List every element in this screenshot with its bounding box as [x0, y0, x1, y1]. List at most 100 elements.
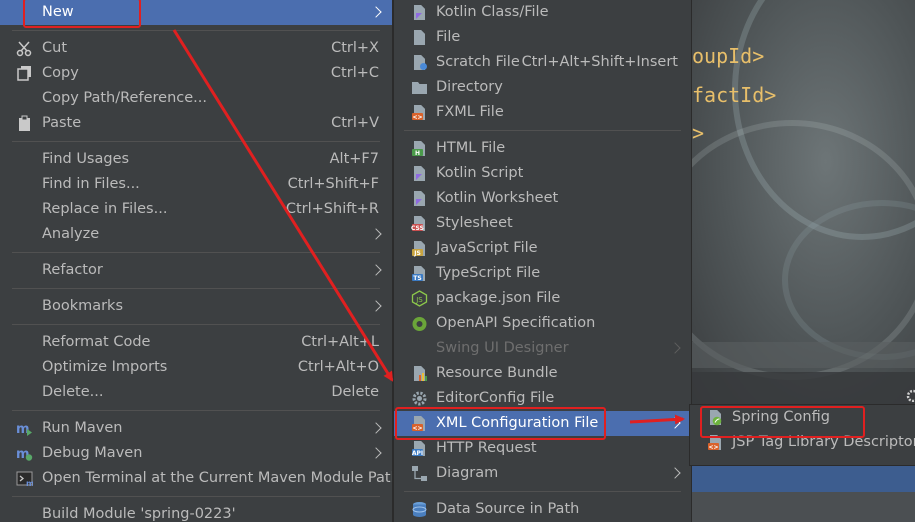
menu-item-paste[interactable]: Paste Ctrl+V — [0, 111, 392, 136]
menu-item-new[interactable]: New — [0, 0, 392, 25]
new-item-html-file[interactable]: H HTML File — [394, 136, 691, 161]
ts-file-icon: TS — [411, 265, 428, 282]
menu-item-replace-in-files[interactable]: Replace in Files... Ctrl+Shift+R — [0, 197, 392, 222]
editor-gutter-band — [692, 372, 915, 404]
editor-line-highlight — [692, 342, 915, 368]
settings-gear-icon[interactable] — [903, 388, 915, 403]
file-icon — [411, 29, 428, 46]
menu-item-run-maven[interactable]: m Run Maven — [0, 416, 392, 441]
menu-separator — [0, 25, 392, 36]
menu-item-label: JSP Tag Library Descriptor — [732, 434, 915, 450]
menu-item-shortcut: Ctrl+Alt+O — [297, 359, 379, 375]
new-item-stylesheet[interactable]: CSS Stylesheet — [394, 211, 691, 236]
new-item-fxml-file[interactable]: <> FXML File — [394, 100, 691, 125]
chevron-right-icon — [370, 228, 382, 240]
menu-item-label: EditorConfig File — [436, 390, 555, 406]
menu-separator — [0, 136, 392, 147]
menu-separator — [0, 283, 392, 294]
menu-item-shortcut: Ctrl+Shift+R — [285, 201, 379, 217]
new-item-kotlin-class-file[interactable]: Kotlin Class/File — [394, 0, 691, 25]
xml-item-jsp-tag-library-descriptor[interactable]: <> JSP Tag Library Descriptor — [690, 430, 915, 455]
menu-item-bookmarks[interactable]: Bookmarks — [0, 294, 392, 319]
new-item-diagram[interactable]: Diagram — [394, 461, 691, 486]
menu-separator — [394, 125, 691, 136]
chevron-right-icon — [370, 447, 382, 459]
new-item-typescript-file[interactable]: TS TypeScript File — [394, 261, 691, 286]
openapi-icon — [411, 315, 428, 332]
menu-item-label: Copy — [42, 65, 79, 81]
menu-item-label: Data Source in Path — [436, 501, 580, 517]
menu-item-shortcut: Delete — [331, 384, 379, 400]
menu-item-label: New — [42, 4, 74, 20]
new-item-resource-bundle[interactable]: Resource Bundle — [394, 361, 691, 386]
menu-item-label: Cut — [42, 40, 67, 56]
copy-icon — [16, 65, 33, 82]
editor-area[interactable]: oupId> factId> > — [692, 0, 915, 404]
terminal-icon: m — [16, 470, 34, 488]
menu-item-label: Resource Bundle — [436, 365, 558, 381]
menu-item-cut[interactable]: Cut Ctrl+X — [0, 36, 392, 61]
scratch-file-icon — [411, 54, 428, 71]
menu-separator — [394, 486, 691, 497]
gear-icon — [411, 390, 428, 407]
menu-item-label: Find Usages — [42, 151, 130, 167]
menu-separator — [0, 319, 392, 330]
menu-item-label: Copy Path/Reference... — [42, 90, 207, 106]
new-item-directory[interactable]: Directory — [394, 75, 691, 100]
menu-item-label: Scratch File — [436, 54, 520, 70]
menu-item-analyze[interactable]: Analyze — [0, 222, 392, 247]
menu-item-reformat-code[interactable]: Reformat Code Ctrl+Alt+L — [0, 330, 392, 355]
new-item-file[interactable]: File — [394, 25, 691, 50]
new-item-editorconfig-file[interactable]: EditorConfig File — [394, 386, 691, 411]
menu-item-delete[interactable]: Delete... Delete — [0, 380, 392, 405]
spring-config-icon — [707, 409, 724, 426]
kotlin-worksheet-icon — [411, 190, 428, 207]
html-file-icon: H — [411, 140, 428, 157]
chevron-right-icon — [669, 342, 681, 354]
new-item-data-source-in-path[interactable]: Data Source in Path — [394, 497, 691, 522]
chevron-right-icon — [370, 300, 382, 312]
menu-item-label: Kotlin Class/File — [436, 4, 549, 20]
new-item-kotlin-script[interactable]: Kotlin Script — [394, 161, 691, 186]
diagram-icon — [411, 465, 428, 482]
new-item-kotlin-worksheet[interactable]: Kotlin Worksheet — [394, 186, 691, 211]
new-item-package-json-file[interactable]: JS package.json File — [394, 286, 691, 311]
menu-item-label: Kotlin Worksheet — [436, 190, 559, 206]
menu-item-copy[interactable]: Copy Ctrl+C — [0, 61, 392, 86]
xml-file-icon: <> — [707, 434, 724, 451]
menu-item-build-module-spring-0223[interactable]: Build Module 'spring-0223' — [0, 502, 392, 522]
chevron-right-icon — [370, 422, 382, 434]
menu-item-label: XML Configuration File — [436, 415, 599, 431]
menu-item-shortcut: Ctrl+V — [331, 115, 379, 131]
new-item-javascript-file[interactable]: JS JavaScript File — [394, 236, 691, 261]
menu-item-label: Delete... — [42, 384, 104, 400]
menu-item-label: Diagram — [436, 465, 499, 481]
new-item-openapi-specification[interactable]: OpenAPI Specification — [394, 311, 691, 336]
editor-bottom-area — [692, 466, 915, 522]
menu-item-label: Optimize Imports — [42, 359, 168, 375]
menu-item-open-terminal-at-the-current-maven-module-path[interactable]: m Open Terminal at the Current Maven Modu… — [0, 466, 392, 491]
menu-item-label: Reformat Code — [42, 334, 151, 350]
menu-item-label: Spring Config — [732, 409, 830, 425]
menu-item-debug-maven[interactable]: m Debug Maven — [0, 441, 392, 466]
menu-item-label: Open Terminal at the Current Maven Modul… — [42, 470, 393, 486]
menu-item-find-in-files[interactable]: Find in Files... Ctrl+Shift+F — [0, 172, 392, 197]
new-item-xml-configuration-file[interactable]: <> XML Configuration File — [394, 411, 691, 436]
maven-debug-icon: m — [16, 445, 33, 462]
new-item-http-request[interactable]: API HTTP Request — [394, 436, 691, 461]
js-file-icon: JS — [411, 240, 428, 257]
menu-separator — [0, 247, 392, 258]
menu-item-label: Kotlin Script — [436, 165, 524, 181]
xml-item-spring-config[interactable]: Spring Config — [690, 405, 915, 430]
resource-bundle-icon — [411, 365, 428, 382]
menu-item-find-usages[interactable]: Find Usages Alt+F7 — [0, 147, 392, 172]
menu-item-copy-path-reference[interactable]: Copy Path/Reference... — [0, 86, 392, 111]
menu-item-shortcut: Ctrl+Shift+F — [287, 176, 379, 192]
menu-item-optimize-imports[interactable]: Optimize Imports Ctrl+Alt+O — [0, 355, 392, 380]
menu-item-refactor[interactable]: Refactor — [0, 258, 392, 283]
svg-text:API: API — [412, 450, 423, 457]
menu-item-label: Bookmarks — [42, 298, 124, 314]
chevron-right-icon — [669, 417, 681, 429]
menu-item-label: Run Maven — [42, 420, 123, 436]
new-item-scratch-file[interactable]: Scratch File Ctrl+Alt+Shift+Insert — [394, 50, 691, 75]
